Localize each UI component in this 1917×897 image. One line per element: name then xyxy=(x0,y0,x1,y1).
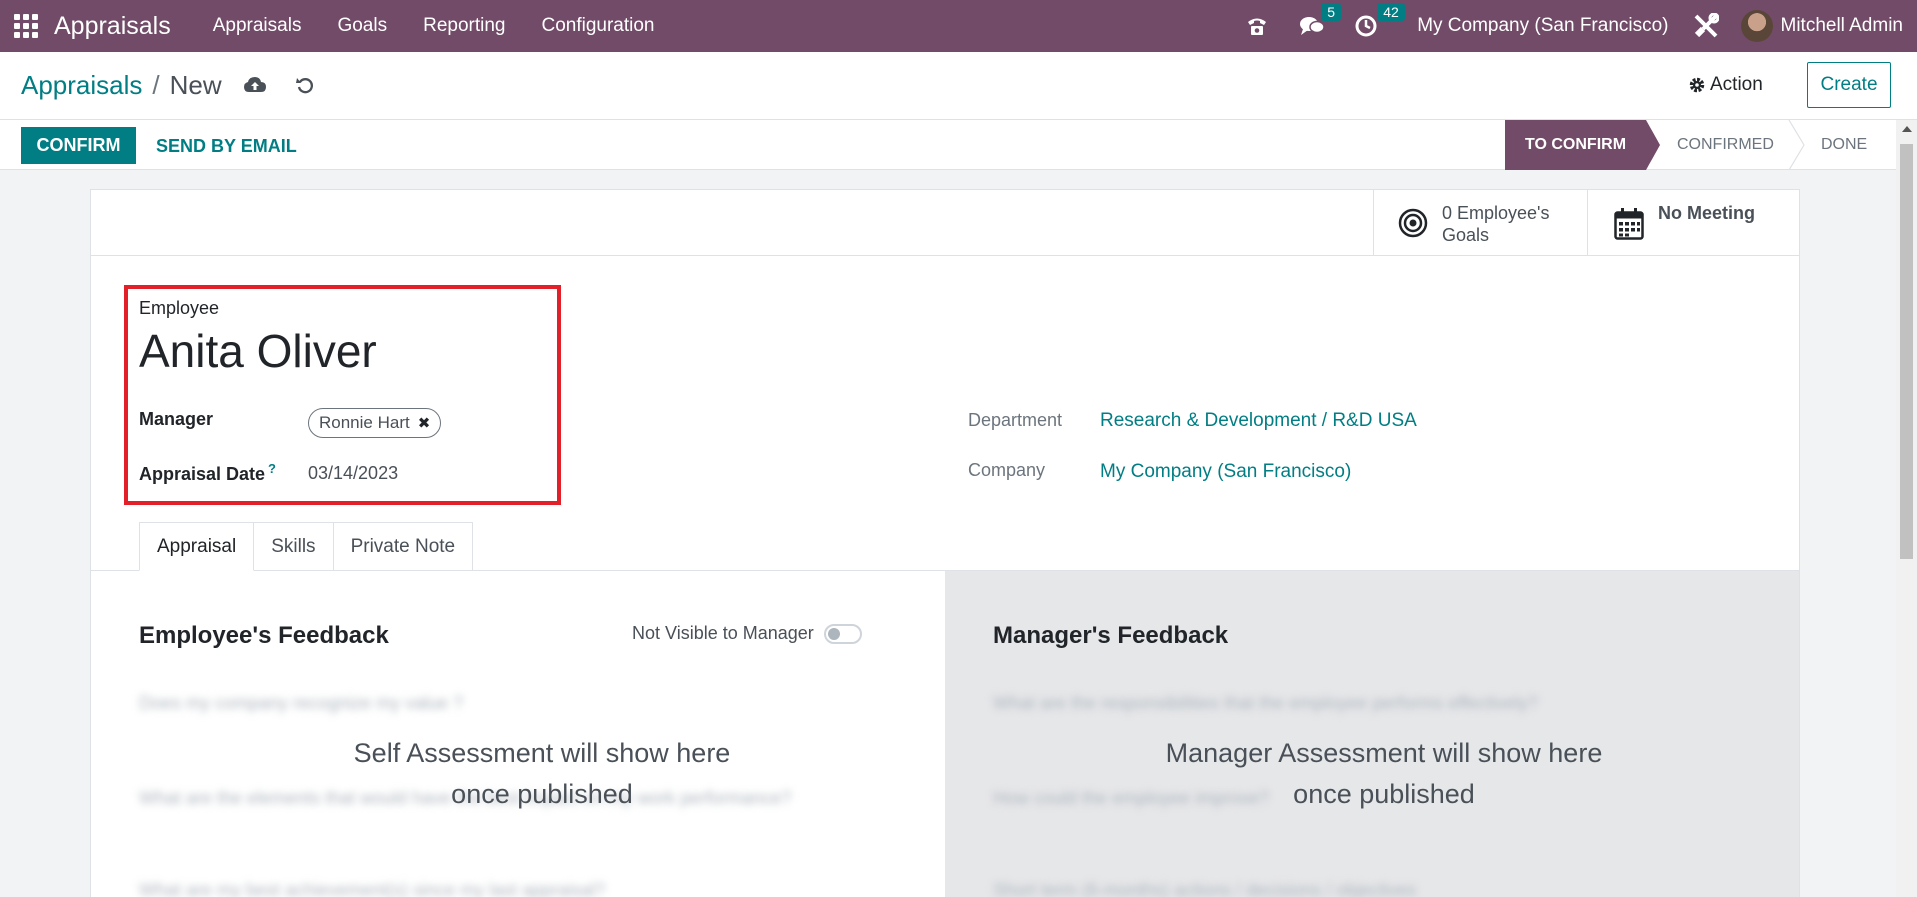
breadcrumb: Appraisals / New xyxy=(21,70,314,101)
goals-label: Goals xyxy=(1442,225,1490,245)
undo-icon[interactable] xyxy=(295,70,314,101)
company-label: Company xyxy=(968,460,1046,480)
stage-done[interactable]: DONE xyxy=(1821,120,1867,170)
employee-goals-button[interactable]: 0 Employee's Goals xyxy=(1373,190,1587,255)
manager-tag-label: Ronnie Hart xyxy=(319,413,410,432)
appraisal-date-field[interactable]: 03/14/2023 xyxy=(308,463,398,484)
action-label: Action xyxy=(1710,74,1763,95)
employee-question-1: Does my company recognize my value ? xyxy=(139,693,464,713)
tab-skills[interactable]: Skills xyxy=(254,522,334,571)
manager-assessment-overlay: Manager Assessment will show here once p… xyxy=(1124,733,1644,815)
help-tooltip-icon[interactable]: ? xyxy=(268,461,276,476)
breadcrumb-separator: / xyxy=(152,70,160,100)
cloud-upload-icon[interactable] xyxy=(243,70,266,101)
employee-label: Employee xyxy=(139,298,220,318)
menu-configuration[interactable]: Configuration xyxy=(541,15,654,37)
manager-overlay-line-2: once published xyxy=(1293,779,1475,809)
breadcrumb-parent[interactable]: Appraisals xyxy=(21,70,142,101)
stage-to-confirm[interactable]: TO CONFIRM xyxy=(1505,120,1646,170)
close-icon[interactable]: ✖ xyxy=(418,414,431,432)
employee-feedback-title: Employee's Feedback xyxy=(139,622,389,649)
visibility-label: Not Visible to Manager xyxy=(632,623,814,643)
company-field[interactable]: My Company (San Francisco) xyxy=(1100,461,1351,483)
stage-separator xyxy=(1788,120,1805,170)
avatar[interactable] xyxy=(1740,10,1773,42)
manager-tag[interactable]: Ronnie Hart ✖ xyxy=(308,408,442,438)
tab-private-note[interactable]: Private Note xyxy=(333,522,474,571)
gear-icon xyxy=(1689,77,1705,93)
goals-count-label: 0 Employee's xyxy=(1442,203,1550,223)
scroll-up-arrow[interactable] xyxy=(1902,126,1912,132)
activities-badge: 42 xyxy=(1377,3,1405,21)
stage-arrow xyxy=(1646,120,1660,170)
messages-badge: 5 xyxy=(1321,3,1341,21)
stage-confirmed[interactable]: CONFIRMED xyxy=(1677,120,1774,170)
manager-question-1: What are the responsibilities that the e… xyxy=(993,693,1538,713)
breadcrumb-current: New xyxy=(169,70,222,100)
tab-appraisal[interactable]: Appraisal xyxy=(139,522,255,571)
manager-label: Manager xyxy=(139,409,214,429)
manager-overlay-line-1: Manager Assessment will show here xyxy=(1165,738,1603,768)
scroll-thumb[interactable] xyxy=(1900,144,1913,559)
company-switcher[interactable]: My Company (San Francisco) xyxy=(1417,15,1668,37)
meeting-button[interactable]: No Meeting xyxy=(1587,190,1799,255)
department-field[interactable]: Research & Development / R&D USA xyxy=(1100,410,1417,432)
top-navbar: Appraisals Appraisals Goals Reporting Co… xyxy=(0,0,1917,52)
manager-feedback-title: Manager's Feedback xyxy=(993,622,1229,649)
menu-goals[interactable]: Goals xyxy=(337,15,387,37)
menu-appraisals[interactable]: Appraisals xyxy=(213,15,302,37)
status-bar: CONFIRM SEND BY EMAIL TO CONFIRM CONFIRM… xyxy=(0,120,1896,170)
send-by-email-button[interactable]: SEND BY EMAIL xyxy=(156,136,297,157)
create-button[interactable]: Create xyxy=(1807,62,1891,108)
self-assessment-overlay: Self Assessment will show here once publ… xyxy=(282,733,802,815)
chat-icon[interactable]: 5 xyxy=(1299,3,1341,37)
smart-button-box: 0 Employee's Goals No Meeting xyxy=(91,190,1799,256)
user-menu[interactable]: Mitchell Admin xyxy=(1781,15,1904,37)
apps-grid-icon[interactable] xyxy=(14,14,38,38)
self-overlay-line-1: Self Assessment will show here xyxy=(353,738,731,768)
self-overlay-line-2: once published xyxy=(451,779,633,809)
action-button[interactable]: Action xyxy=(1688,74,1763,96)
tools-icon[interactable] xyxy=(1693,13,1719,39)
notebook-tabs: Appraisal Skills Private Note xyxy=(139,522,474,571)
clock-icon[interactable]: 42 xyxy=(1355,3,1405,37)
appraisal-date-label-text: Appraisal Date xyxy=(139,464,266,484)
employee-name-field[interactable]: Anita Oliver xyxy=(139,324,377,378)
visibility-toggle-row: Not Visible to Manager xyxy=(632,623,862,644)
meeting-label: No Meeting xyxy=(1658,203,1755,223)
phone-icon[interactable] xyxy=(1245,15,1269,37)
navbar-systray: 5 42 My Company (San Francisco) Mitchell… xyxy=(1245,0,1917,52)
app-brand[interactable]: Appraisals xyxy=(54,12,171,41)
appraisal-date-label: Appraisal Date? xyxy=(139,461,276,485)
form-sheet: 0 Employee's Goals No Meeting Employee A… xyxy=(90,189,1800,897)
employee-question-3: What are my best achievement(s) since my… xyxy=(139,880,606,897)
department-label: Department xyxy=(968,410,1063,430)
visibility-toggle[interactable] xyxy=(823,623,862,644)
menu-reporting[interactable]: Reporting xyxy=(423,15,505,37)
calendar-icon xyxy=(1614,208,1644,240)
control-panel: Appraisals / New Action Create xyxy=(0,52,1917,120)
scrollbar[interactable] xyxy=(1896,120,1917,897)
toggle-knob xyxy=(827,627,840,640)
target-icon xyxy=(1398,208,1428,238)
manager-question-3: Short term (6-months) actions / decision… xyxy=(993,880,1417,897)
confirm-button[interactable]: CONFIRM xyxy=(21,127,136,164)
